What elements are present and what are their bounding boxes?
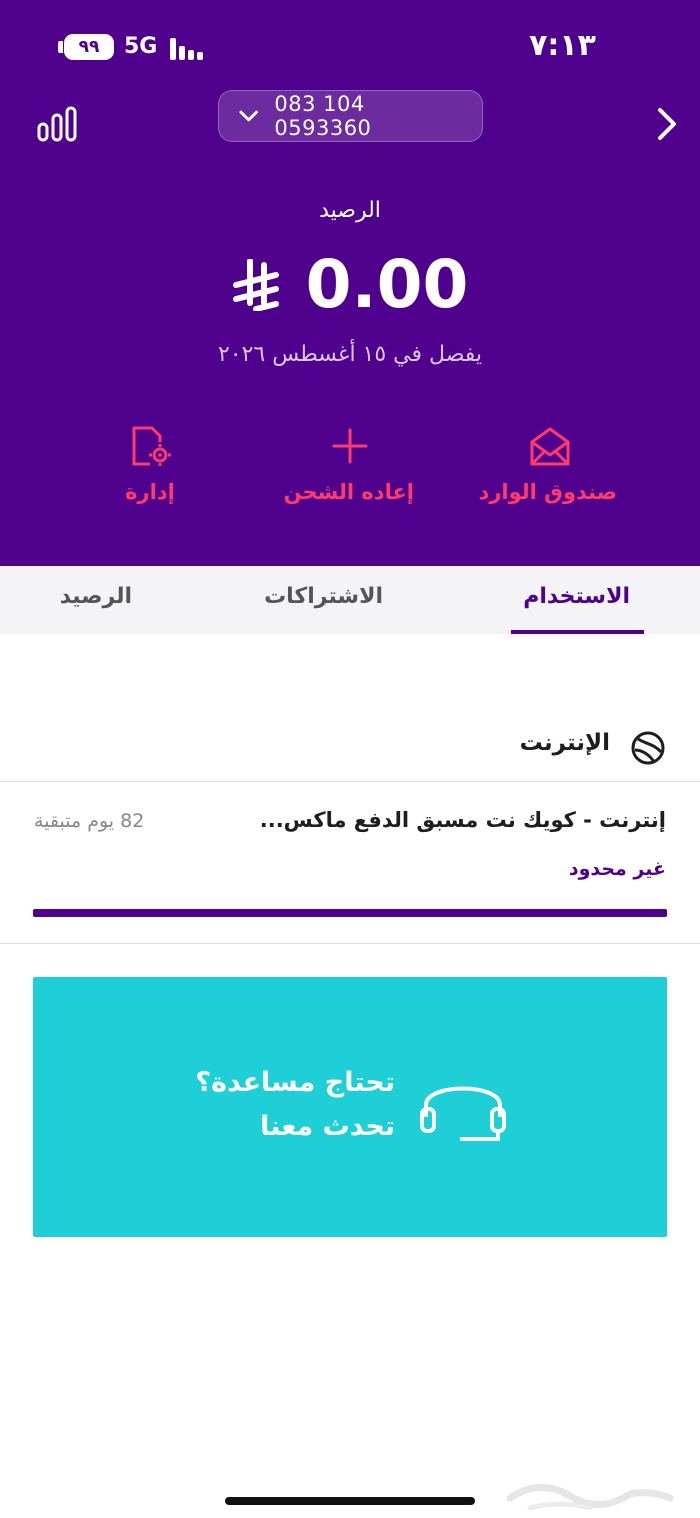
battery-indicator: ٩٩ xyxy=(64,34,114,60)
plus-icon xyxy=(332,428,368,464)
signal-strength-icon xyxy=(170,36,206,60)
home-indicator xyxy=(225,1497,475,1505)
network-type: 5G xyxy=(124,34,158,59)
inbox-button[interactable]: صندوق الوارد xyxy=(478,424,617,504)
balance-expiry-date: يفصل في ١٥ أغسطس ٢٠٢٦ xyxy=(217,342,483,367)
balance-row: 0.00 xyxy=(0,246,700,323)
internet-section-title: الإنترنت xyxy=(519,730,610,756)
help-chat-card[interactable]: تحتاج مساعدة؟ تحدث معنا xyxy=(33,977,667,1237)
haraj-watermark-logo xyxy=(506,1484,674,1511)
manage-label: إدارة xyxy=(125,480,175,504)
envelope-open-icon xyxy=(530,427,570,466)
phone-number-selector[interactable]: 083 104 0593360 xyxy=(218,90,483,142)
tab-subscriptions[interactable]: الاشتراكات xyxy=(264,584,383,609)
plan-name[interactable]: إنترنت - كويك نت مسبق الدفع ماكس... xyxy=(260,808,666,832)
usage-progress-bar xyxy=(33,909,667,917)
chevron-down-icon xyxy=(239,110,258,122)
recharge-label: إعاده الشحن xyxy=(283,480,414,504)
tab-usage[interactable]: الاستخدام xyxy=(523,584,630,609)
headset-icon xyxy=(420,1086,506,1141)
balance-label: الرصيد xyxy=(319,198,381,223)
manage-button[interactable]: إدارة xyxy=(112,424,188,504)
status-time: ٧:١٣ xyxy=(529,28,596,63)
help-title: تحتاج مساعدة؟ xyxy=(195,1067,395,1098)
bar-chart-icon[interactable] xyxy=(36,106,78,142)
plan-allowance: غير محدود xyxy=(568,858,666,880)
battery-cap xyxy=(58,41,63,53)
phone-number: 083 104 0593360 xyxy=(274,92,372,140)
document-gear-icon xyxy=(132,426,171,466)
section-divider xyxy=(0,781,700,782)
saudi-riyal-icon xyxy=(232,258,279,311)
help-subtitle: تحدث معنا xyxy=(260,1111,395,1142)
plan-days-remaining: 82 يوم متبقية xyxy=(34,810,145,832)
globe-icon xyxy=(631,731,665,765)
inbox-label: صندوق الوارد xyxy=(478,480,617,504)
tab-bar: الاستخدام الاشتراكات الرصيد xyxy=(0,566,700,634)
active-tab-indicator xyxy=(511,630,644,634)
recharge-button[interactable]: إعاده الشحن xyxy=(283,424,414,504)
balance-amount: 0.00 xyxy=(305,246,469,323)
usage-progress-fill xyxy=(33,909,667,917)
section-divider xyxy=(0,943,700,944)
chevron-right-icon[interactable] xyxy=(652,106,682,142)
tab-balance[interactable]: الرصيد xyxy=(60,584,132,609)
account-header: ٧:١٣ ٩٩ 5G 083 104 0593360 الرصيد 0.00 ي… xyxy=(0,0,700,566)
